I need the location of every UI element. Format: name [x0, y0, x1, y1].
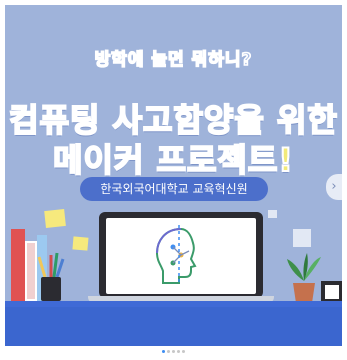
carousel-indicator [0, 341, 347, 353]
carousel-dot [162, 350, 165, 353]
box-illustration [321, 281, 342, 303]
post-image[interactable]: 방학에 놀면 뭐하니? 컴퓨팅 사고함양을 위한 메이커 프로젝트! 한국외국어… [5, 5, 342, 346]
carousel-dot [177, 350, 180, 353]
carousel-dot [172, 350, 175, 353]
ai-brain-head-icon [155, 225, 197, 285]
carousel-dot [182, 350, 185, 353]
carousel-dot [167, 350, 170, 353]
chevron-right-icon: › [331, 179, 337, 194]
instagram-post-frame: 방학에 놀면 뭐하니? 컴퓨팅 사고함양을 위한 메이커 프로젝트! 한국외국어… [0, 0, 347, 353]
pencil-cup-illustration [37, 252, 65, 301]
carousel-next-button[interactable]: › [326, 174, 342, 200]
